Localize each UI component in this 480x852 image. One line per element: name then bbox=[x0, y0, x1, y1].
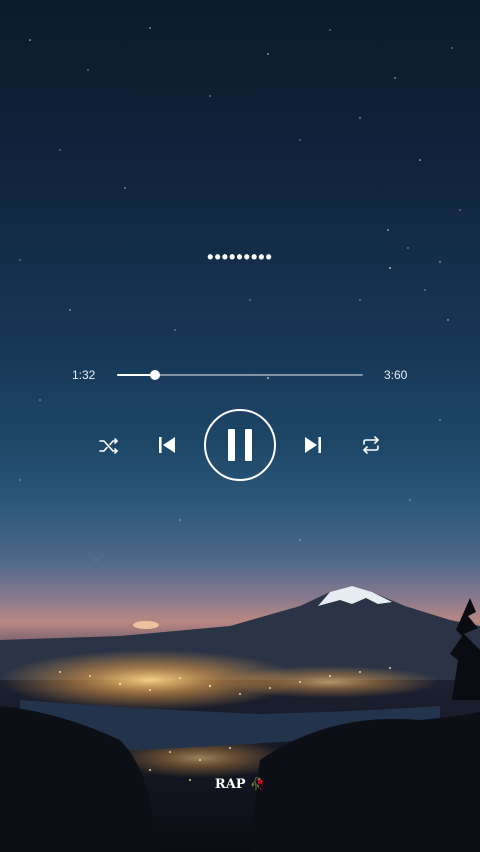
pause-button[interactable] bbox=[203, 408, 277, 482]
total-duration: 3:60 bbox=[384, 368, 408, 382]
elapsed-time: 1:32 bbox=[72, 368, 96, 382]
pause-icon bbox=[228, 429, 252, 461]
track-title-dots: ••••••••• bbox=[207, 247, 273, 267]
caption-text: RAP bbox=[214, 777, 246, 792]
skip-next-icon[interactable] bbox=[302, 434, 324, 456]
rose-emoji: 🥀 bbox=[250, 777, 266, 791]
repeat-icon[interactable] bbox=[359, 434, 383, 456]
progress-slider[interactable] bbox=[117, 370, 363, 380]
skip-previous-icon[interactable] bbox=[156, 434, 178, 456]
caption: RAP 🥀 bbox=[0, 777, 480, 792]
shuffle-icon[interactable] bbox=[98, 435, 120, 457]
